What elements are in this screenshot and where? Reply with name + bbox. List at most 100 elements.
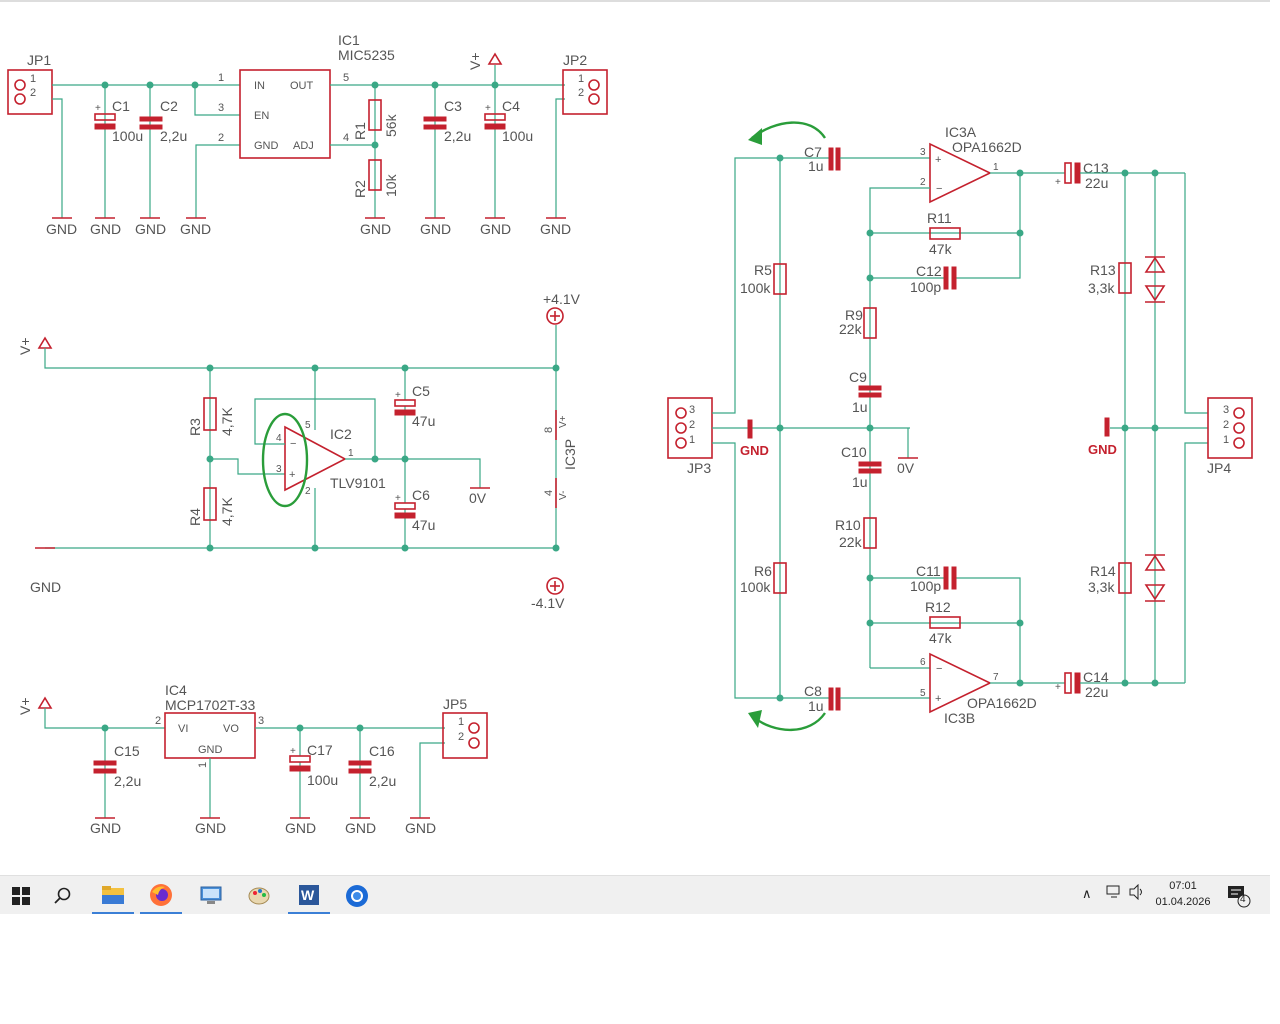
svg-text:GND: GND xyxy=(480,221,511,237)
svg-text:GND: GND xyxy=(360,221,391,237)
jp5-connector[interactable] xyxy=(442,712,488,759)
svg-text:4,7K: 4,7K xyxy=(219,497,235,526)
clock-date: 01.04.2026 xyxy=(1155,896,1211,908)
svg-text:+: + xyxy=(485,103,491,114)
svg-text:+4.1V: +4.1V xyxy=(543,291,581,307)
svg-text:IC1: IC1 xyxy=(338,32,360,48)
svg-text:1: 1 xyxy=(197,762,209,768)
svg-text:2: 2 xyxy=(1223,419,1229,431)
svg-text:2: 2 xyxy=(920,177,926,188)
svg-text:R13: R13 xyxy=(1090,262,1116,278)
svg-text:100k: 100k xyxy=(740,280,771,296)
svg-text:GND: GND xyxy=(420,221,451,237)
svg-text:C6: C6 xyxy=(412,487,430,503)
svg-text:1u: 1u xyxy=(852,474,868,490)
svg-text:+: + xyxy=(395,390,401,401)
svg-text:5: 5 xyxy=(920,688,926,699)
svg-text:4,7K: 4,7K xyxy=(219,407,235,436)
svg-text:V-: V- xyxy=(558,491,569,500)
svg-text:3: 3 xyxy=(1223,404,1229,416)
svg-text:IC4: IC4 xyxy=(165,682,187,698)
svg-text:JP2: JP2 xyxy=(563,52,587,68)
clock-time: 07:01 xyxy=(1169,880,1197,892)
svg-text:GND: GND xyxy=(345,820,376,836)
svg-text:6: 6 xyxy=(920,657,926,668)
svg-text:C17: C17 xyxy=(307,742,333,758)
svg-text:2: 2 xyxy=(458,731,464,743)
svg-text:2: 2 xyxy=(305,486,311,497)
svg-text:MCP1702T-33: MCP1702T-33 xyxy=(165,697,255,713)
svg-text:1: 1 xyxy=(1223,434,1229,446)
svg-text:GND: GND xyxy=(198,744,223,756)
svg-text:+: + xyxy=(290,746,296,757)
svg-text:R12: R12 xyxy=(925,599,951,615)
svg-text:47u: 47u xyxy=(412,517,435,533)
windows-taskbar: W ∧ 07:01 01.04.2026 4 xyxy=(0,875,1270,914)
svg-text:R4: R4 xyxy=(187,508,203,526)
opa1662-amplifier-section: JP3 3 2 1 GND R5 100k R6 100k C7 1u C8 1… xyxy=(667,121,1253,732)
chevron-up-icon[interactable]: ∧ xyxy=(1082,886,1092,902)
tray-clock[interactable]: 07:01 01.04.2026 xyxy=(1150,878,1216,910)
svg-text:GND: GND xyxy=(740,443,769,458)
notification-count: 4 xyxy=(1240,894,1246,905)
ic1-regulator-section: JP1 1 2 + C1 100u C2 2,2u GND GND GND GN… xyxy=(7,32,608,237)
schematic-canvas[interactable]: JP1 1 2 + C1 100u C2 2,2u GND GND GND GN… xyxy=(0,0,1280,875)
svg-text:GND: GND xyxy=(90,820,121,836)
svg-text:2: 2 xyxy=(689,419,695,431)
svg-text:C11: C11 xyxy=(916,563,941,579)
svg-text:1: 1 xyxy=(993,162,999,173)
svg-text:4: 4 xyxy=(543,490,555,496)
svg-text:22k: 22k xyxy=(839,321,863,337)
jp4-connector[interactable] xyxy=(1207,397,1253,459)
svg-text:10k: 10k xyxy=(383,173,399,197)
svg-text:C1: C1 xyxy=(112,98,130,114)
svg-text:GND: GND xyxy=(285,820,316,836)
jp1-ref: JP1 xyxy=(27,52,51,68)
svg-text:EN: EN xyxy=(254,110,269,122)
svg-text:V+: V+ xyxy=(467,52,483,70)
svg-text:3: 3 xyxy=(258,715,264,727)
network-icon[interactable] xyxy=(1106,884,1124,905)
svg-text:V+: V+ xyxy=(558,415,569,428)
svg-text:100p: 100p xyxy=(910,279,941,295)
thunderbird-icon[interactable] xyxy=(336,878,378,914)
svg-text:1u: 1u xyxy=(808,158,824,174)
svg-text:3: 3 xyxy=(218,102,224,114)
paint-icon[interactable] xyxy=(238,878,280,914)
svg-text:C12: C12 xyxy=(916,263,942,279)
svg-text:47k: 47k xyxy=(929,241,953,257)
svg-text:−: − xyxy=(936,183,942,195)
word-icon[interactable]: W xyxy=(288,878,330,914)
svg-text:22k: 22k xyxy=(839,534,863,550)
svg-text:IC2: IC2 xyxy=(330,426,352,442)
volume-icon[interactable] xyxy=(1128,883,1146,905)
file-explorer-icon[interactable] xyxy=(92,878,134,914)
windows-start-icon[interactable] xyxy=(0,878,42,914)
svg-text:C10: C10 xyxy=(841,444,867,460)
svg-text:1u: 1u xyxy=(852,399,868,415)
svg-text:VI: VI xyxy=(178,723,188,735)
svg-text:C4: C4 xyxy=(502,98,520,114)
svg-text:4: 4 xyxy=(343,132,349,144)
svg-text:2: 2 xyxy=(218,132,224,144)
remote-desktop-icon[interactable] xyxy=(190,878,232,914)
search-icon[interactable] xyxy=(42,878,84,914)
svg-text:100u: 100u xyxy=(307,772,338,788)
jp2-connector[interactable] xyxy=(562,69,608,115)
svg-text:+: + xyxy=(1055,682,1061,693)
svg-text:5: 5 xyxy=(343,72,349,84)
notification-icon[interactable]: 4 xyxy=(1226,884,1252,913)
svg-text:+: + xyxy=(395,493,401,504)
svg-text:22u: 22u xyxy=(1085,175,1108,191)
firefox-icon[interactable] xyxy=(140,878,182,914)
svg-text:GND: GND xyxy=(90,221,121,237)
svg-text:IC3A: IC3A xyxy=(945,124,977,140)
svg-text:−: − xyxy=(936,663,942,675)
svg-text:OPA1662D: OPA1662D xyxy=(952,139,1022,155)
svg-text:100u: 100u xyxy=(112,128,143,144)
ic2-virtual-ground-section: V+ GND +4.1V -4.1V R3 4,7K R4 4,7K − + 0V… xyxy=(17,291,581,611)
svg-text:2,2u: 2,2u xyxy=(160,128,187,144)
svg-text:GND: GND xyxy=(30,579,61,595)
svg-text:C5: C5 xyxy=(412,383,430,399)
svg-text:R1: R1 xyxy=(352,122,368,140)
